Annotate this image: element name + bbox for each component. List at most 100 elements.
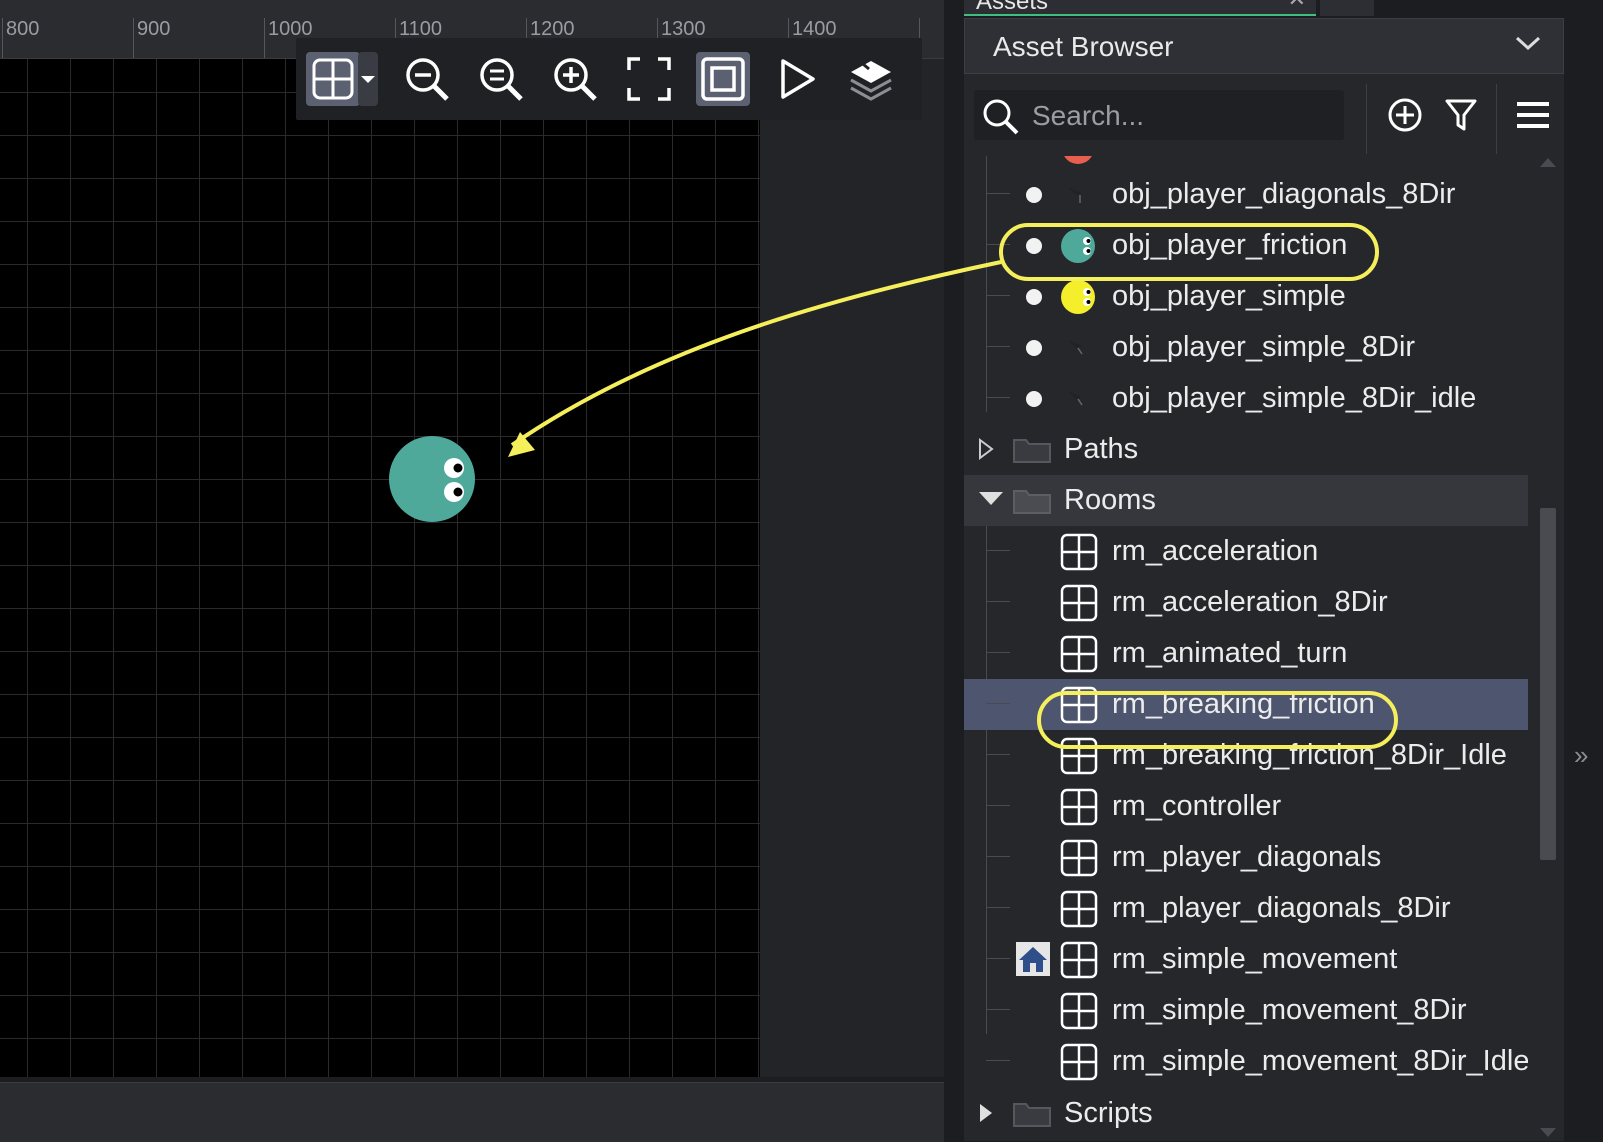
room-name: rm_simple_movement bbox=[1112, 943, 1398, 975]
room-item[interactable]: rm_controller bbox=[964, 781, 1528, 832]
search-toolbar bbox=[964, 84, 1564, 156]
sprite-arrow-icon bbox=[1068, 340, 1083, 355]
zoom-in-button[interactable] bbox=[548, 52, 602, 106]
frame-toggle-button[interactable] bbox=[696, 52, 750, 106]
object-dot-icon bbox=[1026, 187, 1042, 203]
room-item[interactable]: rm_acceleration_8Dir bbox=[964, 577, 1528, 628]
room-editor-toolbar bbox=[296, 38, 922, 120]
frame-icon bbox=[701, 57, 745, 101]
create-asset-button[interactable] bbox=[1382, 92, 1428, 138]
grid-options-dropdown[interactable] bbox=[358, 52, 378, 106]
close-icon[interactable]: ✕ bbox=[1288, 0, 1306, 12]
object-dot-icon bbox=[1026, 289, 1042, 305]
filter-icon bbox=[1445, 99, 1477, 131]
chevron-right-icon[interactable] bbox=[978, 1102, 994, 1124]
search-icon bbox=[983, 99, 1019, 135]
folder-icon bbox=[1013, 439, 1051, 463]
layers-button[interactable] bbox=[844, 52, 898, 106]
room-item-selected[interactable]: rm_breaking_friction bbox=[964, 679, 1528, 730]
sprite-arrow-icon bbox=[1068, 391, 1083, 406]
room-item[interactable]: rm_simple_movement bbox=[964, 934, 1528, 985]
room-name: rm_player_diagonals_8Dir bbox=[1112, 892, 1451, 924]
folder-paths[interactable]: Paths bbox=[964, 424, 1528, 475]
asset-item[interactable]: obj_player_simple_8Dir_idle bbox=[964, 373, 1528, 424]
sprite-arrow-icon bbox=[1068, 187, 1082, 203]
room-item[interactable]: rm_player_diagonals bbox=[964, 832, 1528, 883]
room-editor-viewport[interactable] bbox=[0, 59, 944, 1077]
scroll-up-icon[interactable] bbox=[1540, 158, 1556, 167]
hamburger-menu-icon bbox=[1517, 102, 1549, 128]
zoom-reset-icon bbox=[480, 58, 523, 101]
asset-name: obj_player_simple bbox=[1112, 280, 1346, 312]
add-circle-icon bbox=[1388, 98, 1422, 132]
room-icon bbox=[1060, 635, 1098, 673]
room-item[interactable]: rm_breaking_friction_8Dir_Idle bbox=[964, 730, 1528, 781]
scroll-down-icon[interactable] bbox=[1540, 1128, 1556, 1137]
search-input[interactable] bbox=[1030, 96, 1334, 136]
chevron-right-icon[interactable] bbox=[978, 438, 994, 460]
room-item[interactable]: rm_acceleration bbox=[964, 526, 1528, 577]
panel-title: Asset Browser bbox=[993, 31, 1174, 62]
room-name: rm_simple_movement_8Dir_Idle bbox=[1112, 1045, 1528, 1077]
room-icon bbox=[1060, 686, 1098, 724]
asset-browser-panel: Assets ✕ + Asset Browser bbox=[964, 0, 1564, 1141]
status-bar bbox=[0, 1082, 944, 1142]
asset-item[interactable]: obj_player_friction bbox=[964, 220, 1528, 271]
zoom-in-icon bbox=[554, 58, 597, 101]
folder-label: Scripts bbox=[1064, 1097, 1153, 1129]
asset-name: obj_player_diagonals_8Dir bbox=[1112, 178, 1456, 210]
play-button[interactable] bbox=[770, 52, 824, 106]
obj-player-friction-instance[interactable] bbox=[388, 435, 476, 523]
add-tab-button[interactable]: + bbox=[1320, 0, 1374, 16]
folder-label: Paths bbox=[1064, 433, 1139, 465]
filter-button[interactable] bbox=[1438, 92, 1484, 138]
scrollbar-thumb[interactable] bbox=[1540, 508, 1556, 860]
zoom-out-button[interactable] bbox=[400, 52, 454, 106]
room-icon bbox=[1060, 533, 1098, 571]
folder-open-icon bbox=[1013, 490, 1051, 514]
layers-icon bbox=[850, 57, 892, 101]
collapsed-side-panel: » bbox=[1564, 0, 1603, 1141]
folder-label: Rooms bbox=[1064, 484, 1156, 516]
room-name: rm_player_diagonals bbox=[1112, 841, 1382, 873]
room-icon bbox=[1060, 992, 1098, 1030]
asset-name: obj_player_simple_8Dir bbox=[1112, 331, 1416, 363]
room-icon bbox=[1060, 1043, 1098, 1081]
asset-item[interactable]: obj_player_simple_8Dir bbox=[964, 322, 1528, 373]
play-icon bbox=[781, 59, 815, 99]
room-item[interactable]: rm_simple_movement_8Dir bbox=[964, 985, 1528, 1036]
grid-toggle-button[interactable] bbox=[306, 52, 360, 106]
room-item[interactable]: rm_animated_turn bbox=[964, 628, 1528, 679]
room-name: rm_controller bbox=[1112, 790, 1282, 822]
tab-assets-label: Assets bbox=[976, 0, 1049, 15]
chevron-down-icon[interactable] bbox=[978, 489, 1004, 507]
room-item[interactable]: rm_player_diagonals_8Dir bbox=[964, 883, 1528, 934]
ruler-tick: 900 bbox=[137, 18, 171, 40]
home-icon bbox=[1016, 942, 1050, 976]
folder-scripts[interactable]: Scripts bbox=[964, 1088, 1528, 1139]
room-icon bbox=[1060, 890, 1098, 928]
menu-button[interactable] bbox=[1510, 92, 1556, 138]
asset-tree-scrollbar[interactable] bbox=[1536, 156, 1560, 1141]
room-icon bbox=[1060, 737, 1098, 775]
asset-item[interactable]: obj_player_diagonals_8Dir bbox=[964, 169, 1528, 220]
room-name: rm_breaking_friction_8Dir_Idle bbox=[1112, 739, 1507, 771]
expand-panel-icon[interactable]: » bbox=[1574, 740, 1588, 771]
chevron-down-icon[interactable] bbox=[1515, 35, 1541, 51]
sprite-yellow-icon bbox=[1061, 280, 1095, 314]
zoom-reset-button[interactable] bbox=[474, 52, 528, 106]
tab-assets[interactable]: Assets ✕ bbox=[964, 0, 1316, 16]
ruler-tick: 800 bbox=[6, 18, 40, 40]
fullscreen-button[interactable] bbox=[622, 52, 676, 106]
search-box[interactable] bbox=[974, 90, 1344, 140]
asset-item[interactable]: obj_player_simple bbox=[964, 271, 1528, 322]
room-icon bbox=[1060, 584, 1098, 622]
room-name: rm_acceleration_8Dir bbox=[1112, 586, 1388, 618]
room-canvas[interactable] bbox=[0, 59, 760, 1077]
panel-tabs: Assets ✕ + bbox=[964, 0, 1564, 18]
sprite-thumbnail-icon bbox=[1064, 156, 1092, 164]
room-item[interactable]: rm_simple_movement_8Dir_Idle bbox=[964, 1036, 1528, 1087]
asset-browser-header[interactable]: Asset Browser bbox=[964, 18, 1564, 74]
folder-rooms[interactable]: Rooms bbox=[964, 475, 1528, 526]
panel-splitter[interactable] bbox=[944, 0, 964, 1141]
